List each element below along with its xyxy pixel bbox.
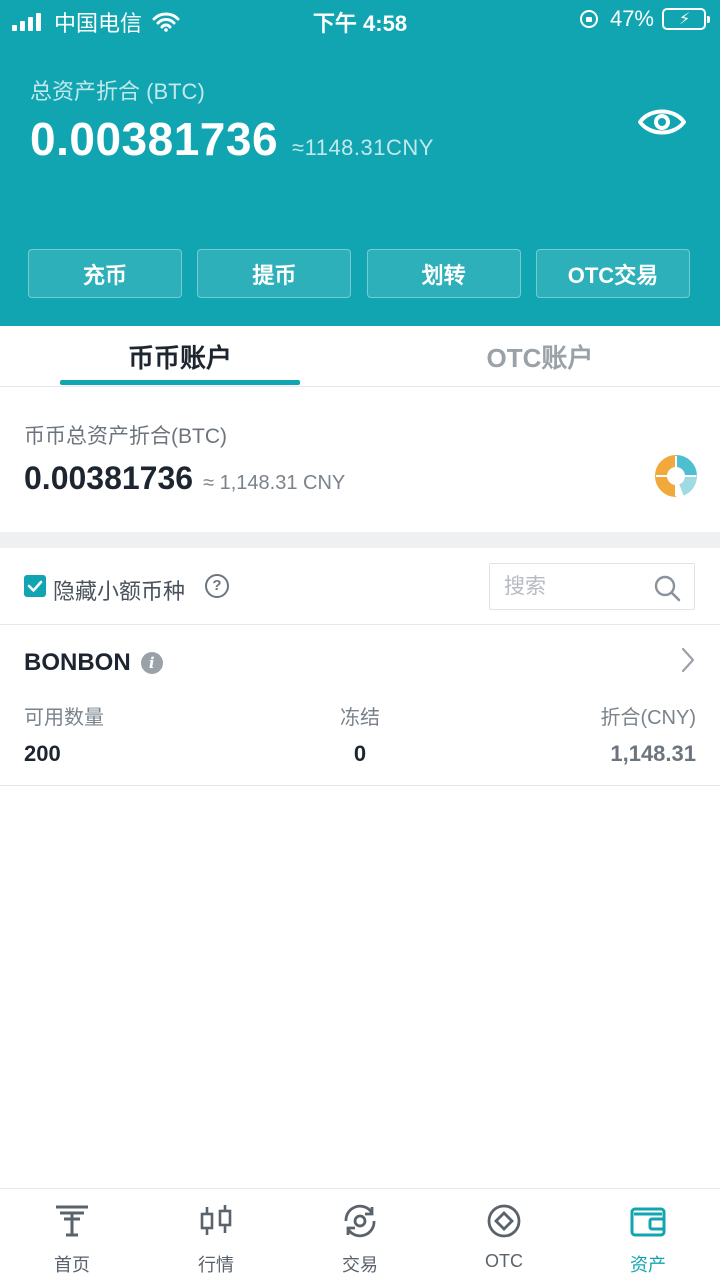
total-asset-value-row: 0.00381736 ≈1148.31CNY (30, 112, 434, 166)
spot-total-approx: ≈ 1,148.31 CNY (203, 472, 346, 494)
spot-total-row: 0.00381736 ≈ 1,148.31 CNY (24, 460, 345, 497)
wallet-icon (630, 1207, 666, 1237)
coin-name-row: BONBON i (24, 649, 163, 677)
status-right: 47% ⚡ (579, 6, 710, 32)
available-value: 200 (24, 741, 61, 766)
carrier-name: 中国电信 (54, 11, 143, 36)
tab-assets[interactable]: 资产 (576, 1189, 720, 1280)
tab-otc-account[interactable]: OTC账户 (420, 338, 660, 375)
frozen-label: 冻结 (340, 707, 380, 729)
otc-diamond-icon (487, 1204, 521, 1238)
cny-value: 1,148.31 (610, 741, 696, 766)
value-label: 折合(CNY) (600, 707, 696, 729)
candlestick-icon (200, 1205, 232, 1235)
status-left: 中国电信 (12, 6, 180, 38)
info-icon[interactable]: i (140, 652, 163, 674)
tab-assets-label: 资产 (630, 1255, 666, 1275)
tab-otc[interactable]: OTC (432, 1189, 576, 1280)
eye-icon[interactable] (636, 102, 688, 142)
rotation-lock-icon (579, 10, 598, 28)
tab-spot-account[interactable]: 币币账户 (60, 338, 300, 375)
tab-trade-label: 交易 (342, 1255, 378, 1275)
otc-trade-button[interactable]: OTC交易 (535, 249, 690, 298)
tab-home[interactable]: 首页 (0, 1189, 144, 1280)
filter-bar: 隐藏小额币种 ? (0, 548, 720, 625)
coin-name: BONBON (24, 649, 131, 676)
wifi-icon (152, 12, 180, 32)
asset-distribution-icon[interactable] (654, 454, 698, 498)
action-buttons: 充币 提币 划转 OTC交易 (28, 249, 690, 298)
deposit-button[interactable]: 充币 (28, 249, 182, 298)
battery-percent: 47% (609, 6, 654, 31)
tab-market[interactable]: 行情 (144, 1189, 288, 1280)
spot-total-value: 0.00381736 (24, 460, 194, 496)
tab-trade[interactable]: 交易 (288, 1189, 432, 1280)
help-icon[interactable]: ? (205, 574, 229, 598)
account-tabs: 币币账户 OTC账户 (0, 326, 720, 387)
total-asset-approx: ≈1148.31CNY (292, 135, 434, 160)
search-icon[interactable] (653, 574, 681, 602)
spot-summary: 币币总资产折合(BTC) 0.00381736 ≈ 1,148.31 CNY (0, 388, 720, 532)
hide-small-checkbox[interactable] (24, 575, 46, 597)
hide-small-label[interactable]: 隐藏小额币种 (53, 574, 185, 606)
total-asset-value: 0.00381736 (30, 113, 279, 165)
bottom-tab-bar: 首页 行情 交易 OTC 资产 (0, 1188, 720, 1280)
total-asset-label: 总资产折合 (BTC) (30, 79, 205, 104)
battery-icon: ⚡ (662, 8, 710, 30)
list-item[interactable]: BONBON i 可用数量 冻结 折合(CNY) 200 0 1,148.31 (0, 625, 720, 786)
available-label: 可用数量 (24, 707, 104, 729)
tab-market-label: 行情 (198, 1255, 234, 1275)
home-icon (56, 1205, 88, 1237)
search-box[interactable] (489, 563, 695, 610)
signal-icon (12, 13, 44, 31)
withdraw-button[interactable]: 提币 (197, 249, 352, 298)
transfer-button[interactable]: 划转 (366, 249, 521, 298)
frozen-value: 0 (353, 741, 367, 766)
section-divider (0, 532, 720, 548)
status-bar: 中国电信 下午 4:58 47% ⚡ (0, 0, 720, 40)
tab-indicator (60, 380, 300, 385)
header-panel: 中国电信 下午 4:58 47% ⚡ 总资产折合 (BTC) 0.0038173… (0, 0, 720, 326)
exchange-icon (344, 1204, 376, 1238)
search-input[interactable] (504, 572, 644, 602)
spot-total-label: 币币总资产折合(BTC) (24, 425, 227, 448)
tab-otc-label: OTC (485, 1251, 523, 1271)
tab-home-label: 首页 (54, 1255, 90, 1275)
chevron-right-icon[interactable] (680, 647, 696, 673)
